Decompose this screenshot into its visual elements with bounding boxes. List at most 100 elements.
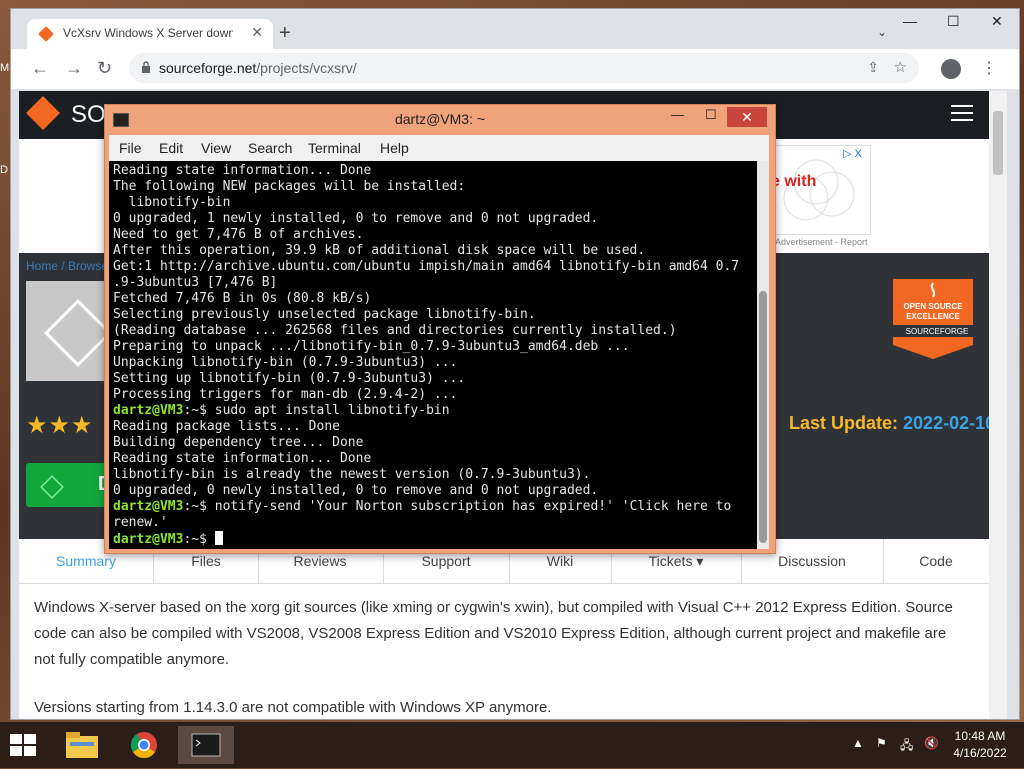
sourceforge-logo[interactable] <box>26 96 60 130</box>
volume-muted-icon[interactable]: 🔇 <box>924 736 939 750</box>
menu-search[interactable]: Search <box>248 140 292 156</box>
maximize-button[interactable]: ☐ <box>947 13 960 30</box>
menu-help[interactable]: Help <box>380 140 409 156</box>
new-tab-button[interactable]: + <box>279 23 291 43</box>
terminal-line-text: Reading state information... Done <box>113 163 372 178</box>
last-update-date: 2022-02-10 <box>903 413 989 433</box>
terminal-maximize-button[interactable]: ☐ <box>705 107 717 123</box>
address-bar[interactable]: sourceforge.net/projects/vcxsrv/ ⇪ ☆ <box>129 53 919 83</box>
file-explorer-icon[interactable] <box>54 726 110 764</box>
project-note: Versions starting from 1.14.3.0 are not … <box>34 699 552 716</box>
menu-file[interactable]: File <box>119 140 142 156</box>
terminal-line-text: Need to get 7,476 B of archives. <box>113 227 364 242</box>
action-center-flag-icon[interactable]: ⚑ <box>876 736 887 750</box>
close-button[interactable]: ✕ <box>991 13 1003 30</box>
tab-close-icon[interactable]: ✕ <box>251 24 263 41</box>
terminal-line-text: .9-3ubuntu3 [7,476 B] <box>113 275 278 290</box>
terminal-minimize-button[interactable]: — <box>671 107 684 122</box>
terminal-line-text: Reading state information... Done <box>113 451 372 466</box>
desktop-icon-label[interactable]: D <box>0 164 8 176</box>
share-icon[interactable]: ⇪ <box>867 59 879 76</box>
terminal-line-text: Preparing to unpack .../libnotify-bin_0.… <box>113 339 630 354</box>
system-clock[interactable]: 10:48 AM 4/16/2022 <box>948 728 1012 762</box>
back-button[interactable]: ← <box>31 59 49 77</box>
terminal-line-text: renew.' <box>113 515 168 530</box>
terminal-scrollbar[interactable] <box>757 161 769 549</box>
last-update: Last Update: 2022-02-10 <box>789 413 989 434</box>
terminal-menubar: File Edit View Search Terminal Help <box>109 135 769 161</box>
terminal-line: Reading state information... Done <box>113 163 739 179</box>
open-source-excellence-badge[interactable]: OPEN SOURCE EXCELLENCE SOURCEFORGE <box>885 275 981 367</box>
rating-stars[interactable]: ★★★ <box>26 411 94 440</box>
browser-menu-icon[interactable]: ⋮ <box>981 58 997 78</box>
badge-line2: EXCELLENCE <box>906 312 960 321</box>
terminal-line: Preparing to unpack .../libnotify-bin_0.… <box>113 339 739 355</box>
project-description: Windows X-server based on the xorg git s… <box>34 599 953 668</box>
download-icon <box>40 475 64 499</box>
terminal-line-text: Selecting previously unselected package … <box>113 307 536 322</box>
page-scrollbar[interactable] <box>989 91 1007 719</box>
reload-button[interactable]: ↻ <box>97 59 112 77</box>
url-text: sourceforge.net/projects/vcxsrv/ <box>159 60 357 76</box>
terminal-titlebar[interactable]: dartz@VM3: ~ — ☐ ✕ <box>105 105 775 133</box>
terminal-taskbar-icon[interactable] <box>178 726 234 764</box>
clock-time: 10:48 AM <box>954 729 1006 743</box>
menu-view[interactable]: View <box>201 140 231 156</box>
tab-search-icon[interactable]: ⌄ <box>877 25 887 39</box>
sourceforge-favicon-icon <box>38 26 54 42</box>
ad-text[interactable]: e with <box>771 173 816 191</box>
menu-edit[interactable]: Edit <box>159 140 183 156</box>
terminal-output[interactable]: Reading state information... Done The fol… <box>109 161 757 549</box>
tray-overflow-icon[interactable]: ▲ <box>852 736 864 750</box>
terminal-line: libnotify-bin is already the newest vers… <box>113 467 739 483</box>
terminal-line: 0 upgraded, 1 newly installed, 0 to remo… <box>113 211 739 227</box>
terminal-line-text: 0 upgraded, 0 newly installed, 0 to remo… <box>113 483 599 498</box>
windows-start-icon[interactable] <box>10 734 38 758</box>
terminal-line-text: :~$ <box>183 532 215 547</box>
terminal-line: After this operation, 39.9 kB of additio… <box>113 243 739 259</box>
url-path: /projects/vcxsrv/ <box>256 60 357 76</box>
menu-terminal[interactable]: Terminal <box>308 140 361 156</box>
hamburger-menu-icon[interactable] <box>951 105 973 123</box>
tab-code[interactable]: Code <box>883 539 989 583</box>
clock-date: 4/16/2022 <box>953 746 1007 760</box>
desktop-icon-label[interactable]: M <box>0 62 9 74</box>
tab-strip: VcXsrv Windows X Server download ✕ + ⌄ —… <box>11 9 1019 49</box>
terminal-line: dartz@VM3:~$ sudo apt install libnotify-… <box>113 403 739 419</box>
terminal-line-text: Unpacking libnotify-bin (0.7.9-3ubuntu3)… <box>113 355 458 370</box>
breadcrumb[interactable]: Home / Browse <box>26 259 108 273</box>
terminal-line-text: libnotify-bin <box>113 195 231 210</box>
forward-button[interactable]: → <box>65 59 83 77</box>
terminal-line-text: :~$ notify-send 'Your Norton subscriptio… <box>183 499 732 514</box>
terminal-cursor <box>214 531 223 545</box>
terminal-line-text: libnotify-bin is already the newest vers… <box>113 467 591 482</box>
terminal-line-text: (Reading database ... 262568 files and d… <box>113 323 677 338</box>
profile-avatar[interactable] <box>941 59 961 79</box>
url-domain: sourceforge.net <box>159 60 257 76</box>
terminal-line-text: Processing triggers for man-db (2.9.4-2)… <box>113 387 458 402</box>
minimize-button[interactable]: — <box>903 13 917 29</box>
tab-title: VcXsrv Windows X Server download <box>63 26 233 40</box>
chrome-icon[interactable] <box>116 726 172 764</box>
shell-prompt: dartz@VM3 <box>113 403 184 418</box>
terminal-window: dartz@VM3: ~ — ☐ ✕ File Edit View Search… <box>104 104 776 554</box>
lock-icon <box>142 61 150 73</box>
terminal-line: Building dependency tree... Done <box>113 435 739 451</box>
terminal-line-text: 0 upgraded, 1 newly installed, 0 to remo… <box>113 211 599 226</box>
terminal-line: Reading package lists... Done <box>113 419 739 435</box>
terminal-line: The following NEW packages will be insta… <box>113 179 739 195</box>
terminal-close-button[interactable]: ✕ <box>727 107 767 127</box>
terminal-line-text: Get:1 http://archive.ubuntu.com/ubuntu i… <box>113 259 740 274</box>
network-icon[interactable]: 🖧 <box>900 736 913 757</box>
badge-line1: OPEN SOURCE <box>903 302 963 311</box>
bookmark-star-icon[interactable]: ☆ <box>894 58 907 76</box>
ad-report-link[interactable]: Advertisement - Report <box>775 237 868 247</box>
terminal-line: dartz@VM3:~$ <box>113 531 739 548</box>
adchoices-icon[interactable]: ▷ X <box>843 147 862 160</box>
terminal-line: .9-3ubuntu3 [7,476 B] <box>113 275 739 291</box>
browser-tab[interactable]: VcXsrv Windows X Server download ✕ <box>27 19 273 49</box>
terminal-line: renew.' <box>113 515 739 531</box>
brand-name[interactable]: SO <box>71 101 106 129</box>
terminal-line-text: Fetched 7,476 B in 0s (80.8 kB/s) <box>113 291 372 306</box>
terminal-line: Fetched 7,476 B in 0s (80.8 kB/s) <box>113 291 739 307</box>
